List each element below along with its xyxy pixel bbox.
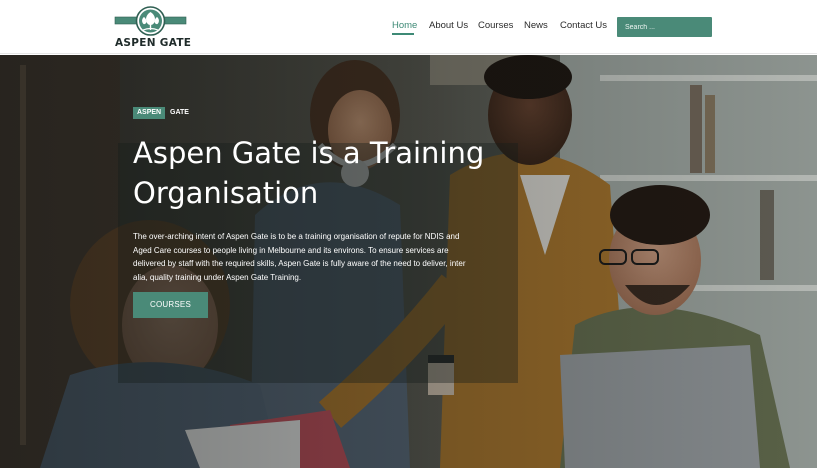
- nav-about-us[interactable]: About Us: [429, 20, 468, 31]
- search-input[interactable]: [617, 17, 712, 37]
- logo[interactable]: ASPEN GATE: [113, 6, 192, 50]
- nav-home[interactable]: Home: [392, 20, 417, 31]
- courses-button[interactable]: COURSES: [133, 292, 208, 318]
- nav-contact-us[interactable]: Contact Us: [560, 20, 607, 31]
- hero-title: Aspen Gate is a Training Organisation: [133, 136, 485, 210]
- tagline-highlight: ASPEN: [133, 107, 166, 119]
- site-header: ASPEN GATE Home About Us Courses News Co…: [0, 0, 817, 54]
- nav-courses[interactable]: Courses: [478, 20, 513, 31]
- brand-name: ASPEN GATE: [115, 37, 192, 49]
- nav-news[interactable]: News: [524, 20, 548, 31]
- nav-active-indicator: [392, 33, 414, 35]
- hero-description: The over-arching intent of Aspen Gate is…: [133, 232, 466, 282]
- aspen-tree-badge-icon: [114, 6, 187, 36]
- tagline-rest: GATE: [170, 109, 189, 116]
